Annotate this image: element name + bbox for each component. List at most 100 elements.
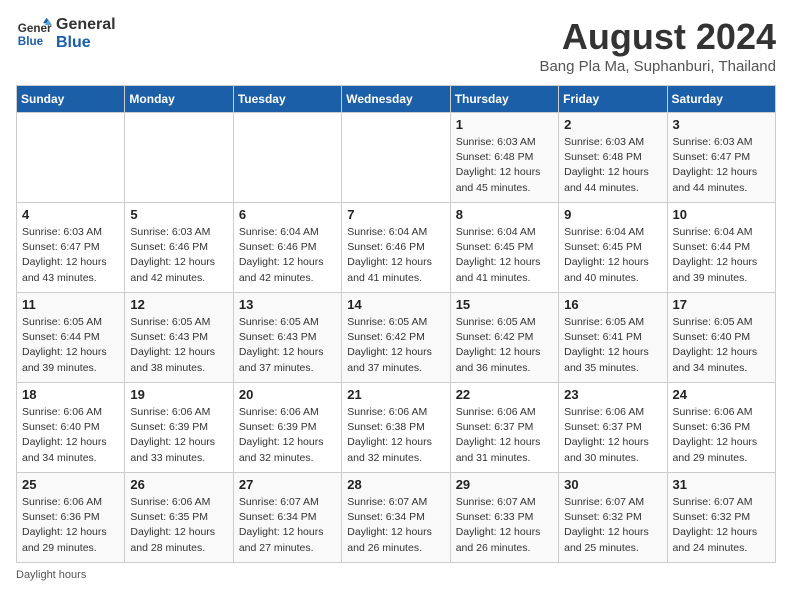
day-number: 12 xyxy=(130,297,227,312)
footer-note: Daylight hours xyxy=(16,569,776,581)
calendar-week-row: 4Sunrise: 6:03 AM Sunset: 6:47 PM Daylig… xyxy=(17,203,776,293)
day-number: 9 xyxy=(564,207,661,222)
day-info: Sunrise: 6:05 AM Sunset: 6:44 PM Dayligh… xyxy=(22,315,119,376)
weekday-header-row: SundayMondayTuesdayWednesdayThursdayFrid… xyxy=(17,86,776,113)
calendar-cell: 20Sunrise: 6:06 AM Sunset: 6:39 PM Dayli… xyxy=(233,383,341,473)
calendar-cell: 27Sunrise: 6:07 AM Sunset: 6:34 PM Dayli… xyxy=(233,473,341,563)
day-info: Sunrise: 6:06 AM Sunset: 6:37 PM Dayligh… xyxy=(564,405,661,466)
day-info: Sunrise: 6:06 AM Sunset: 6:37 PM Dayligh… xyxy=(456,405,553,466)
calendar-cell: 6 Sunrise: 6:04 AM Sunset: 6:46 PM Daylig… xyxy=(233,203,341,293)
calendar-cell: 12 Sunrise: 6:05 AM Sunset: 6:43 PM Dayli… xyxy=(125,293,233,383)
calendar-week-row: 11 Sunrise: 6:05 AM Sunset: 6:44 PM Dayli… xyxy=(17,293,776,383)
weekday-header: Thursday xyxy=(450,86,558,113)
day-info: Sunrise: 6:06 AM Sunset: 6:38 PM Dayligh… xyxy=(347,405,444,466)
calendar-cell: 2 Sunrise: 6:03 AM Sunset: 6:48 PM Daylig… xyxy=(559,113,667,203)
day-number: 15 xyxy=(456,297,553,312)
day-number: 29 xyxy=(456,477,553,492)
day-number: 18 xyxy=(22,387,119,402)
day-number: 1 xyxy=(456,117,553,132)
calendar-cell: 23 Sunrise: 6:06 AM Sunset: 6:37 PM Dayli… xyxy=(559,383,667,473)
day-info: Sunrise: 6:04 AM Sunset: 6:44 PM Dayligh… xyxy=(673,225,770,286)
calendar-cell: 29 Sunrise: 6:07 AM Sunset: 6:33 PM Dayli… xyxy=(450,473,558,563)
logo: General Blue General Blue xyxy=(16,16,116,52)
weekday-header: Sunday xyxy=(17,86,125,113)
day-info: Sunrise: 6:05 AM Sunset: 6:42 PM Dayligh… xyxy=(456,315,553,376)
calendar-cell xyxy=(17,113,125,203)
weekday-header: Saturday xyxy=(667,86,775,113)
day-number: 17 xyxy=(673,297,770,312)
day-number: 31 xyxy=(673,477,770,492)
calendar-cell: 15 Sunrise: 6:05 AM Sunset: 6:42 PM Dayli… xyxy=(450,293,558,383)
day-info: Sunrise: 6:06 AM Sunset: 6:35 PM Dayligh… xyxy=(130,495,227,556)
day-info: Sunrise: 6:04 AM Sunset: 6:46 PM Dayligh… xyxy=(239,225,336,286)
day-info: Sunrise: 6:07 AM Sunset: 6:32 PM Dayligh… xyxy=(673,495,770,556)
day-info: Sunrise: 6:05 AM Sunset: 6:41 PM Dayligh… xyxy=(564,315,661,376)
calendar-cell: 13Sunrise: 6:05 AM Sunset: 6:43 PM Dayli… xyxy=(233,293,341,383)
day-number: 23 xyxy=(564,387,661,402)
calendar-cell xyxy=(233,113,341,203)
day-info: Sunrise: 6:05 AM Sunset: 6:42 PM Dayligh… xyxy=(347,315,444,376)
calendar-week-row: 25 Sunrise: 6:06 AM Sunset: 6:36 PM Dayli… xyxy=(17,473,776,563)
calendar-cell: 11 Sunrise: 6:05 AM Sunset: 6:44 PM Dayli… xyxy=(17,293,125,383)
day-info: Sunrise: 6:05 AM Sunset: 6:43 PM Dayligh… xyxy=(239,315,336,376)
calendar-cell: 4Sunrise: 6:03 AM Sunset: 6:47 PM Daylig… xyxy=(17,203,125,293)
day-number: 22 xyxy=(456,387,553,402)
calendar-cell: 17 Sunrise: 6:05 AM Sunset: 6:40 PM Dayli… xyxy=(667,293,775,383)
day-info: Sunrise: 6:06 AM Sunset: 6:39 PM Dayligh… xyxy=(130,405,227,466)
calendar-cell: 25 Sunrise: 6:06 AM Sunset: 6:36 PM Dayli… xyxy=(17,473,125,563)
day-info: Sunrise: 6:06 AM Sunset: 6:40 PM Dayligh… xyxy=(22,405,119,466)
day-number: 28 xyxy=(347,477,444,492)
weekday-header: Wednesday xyxy=(342,86,450,113)
day-number: 11 xyxy=(22,297,119,312)
calendar-cell: 9Sunrise: 6:04 AM Sunset: 6:45 PM Daylig… xyxy=(559,203,667,293)
calendar-cell: 22 Sunrise: 6:06 AM Sunset: 6:37 PM Dayli… xyxy=(450,383,558,473)
weekday-header: Friday xyxy=(559,86,667,113)
day-info: Sunrise: 6:07 AM Sunset: 6:34 PM Dayligh… xyxy=(239,495,336,556)
calendar-table: SundayMondayTuesdayWednesdayThursdayFrid… xyxy=(16,85,776,563)
day-number: 7 xyxy=(347,207,444,222)
day-number: 2 xyxy=(564,117,661,132)
day-info: Sunrise: 6:06 AM Sunset: 6:36 PM Dayligh… xyxy=(673,405,770,466)
calendar-cell: 30Sunrise: 6:07 AM Sunset: 6:32 PM Dayli… xyxy=(559,473,667,563)
day-number: 25 xyxy=(22,477,119,492)
calendar-week-row: 18 Sunrise: 6:06 AM Sunset: 6:40 PM Dayli… xyxy=(17,383,776,473)
weekday-header: Monday xyxy=(125,86,233,113)
day-info: Sunrise: 6:05 AM Sunset: 6:43 PM Dayligh… xyxy=(130,315,227,376)
calendar-cell: 16Sunrise: 6:05 AM Sunset: 6:41 PM Dayli… xyxy=(559,293,667,383)
day-number: 19 xyxy=(130,387,227,402)
calendar-week-row: 1 Sunrise: 6:03 AM Sunset: 6:48 PM Daylig… xyxy=(17,113,776,203)
day-number: 3 xyxy=(673,117,770,132)
day-number: 14 xyxy=(347,297,444,312)
month-title: August 2024 xyxy=(539,16,776,58)
day-info: Sunrise: 6:07 AM Sunset: 6:34 PM Dayligh… xyxy=(347,495,444,556)
calendar-cell: 10Sunrise: 6:04 AM Sunset: 6:44 PM Dayli… xyxy=(667,203,775,293)
day-number: 24 xyxy=(673,387,770,402)
calendar-cell: 19 Sunrise: 6:06 AM Sunset: 6:39 PM Dayli… xyxy=(125,383,233,473)
calendar-cell: 1Sunrise: 6:03 AM Sunset: 6:48 PM Daylig… xyxy=(450,113,558,203)
calendar-cell xyxy=(125,113,233,203)
footer-text: Daylight hours xyxy=(16,569,86,581)
calendar-cell: 7Sunrise: 6:04 AM Sunset: 6:46 PM Daylig… xyxy=(342,203,450,293)
calendar-cell: 8 Sunrise: 6:04 AM Sunset: 6:45 PM Daylig… xyxy=(450,203,558,293)
header: General Blue General Blue August 2024 Ba… xyxy=(16,16,776,75)
location-subtitle: Bang Pla Ma, Suphanburi, Thailand xyxy=(539,58,776,75)
day-info: Sunrise: 6:03 AM Sunset: 6:48 PM Dayligh… xyxy=(564,135,661,196)
day-info: Sunrise: 6:03 AM Sunset: 6:46 PM Dayligh… xyxy=(130,225,227,286)
day-info: Sunrise: 6:04 AM Sunset: 6:45 PM Dayligh… xyxy=(456,225,553,286)
day-number: 20 xyxy=(239,387,336,402)
calendar-cell xyxy=(342,113,450,203)
day-info: Sunrise: 6:03 AM Sunset: 6:47 PM Dayligh… xyxy=(673,135,770,196)
calendar-cell: 18 Sunrise: 6:06 AM Sunset: 6:40 PM Dayli… xyxy=(17,383,125,473)
day-number: 8 xyxy=(456,207,553,222)
day-info: Sunrise: 6:05 AM Sunset: 6:40 PM Dayligh… xyxy=(673,315,770,376)
calendar-cell: 21Sunrise: 6:06 AM Sunset: 6:38 PM Dayli… xyxy=(342,383,450,473)
logo-icon: General Blue xyxy=(16,16,52,52)
calendar-cell: 31 Sunrise: 6:07 AM Sunset: 6:32 PM Dayli… xyxy=(667,473,775,563)
day-info: Sunrise: 6:07 AM Sunset: 6:33 PM Dayligh… xyxy=(456,495,553,556)
day-number: 30 xyxy=(564,477,661,492)
title-area: August 2024 Bang Pla Ma, Suphanburi, Tha… xyxy=(539,16,776,75)
calendar-cell: 5 Sunrise: 6:03 AM Sunset: 6:46 PM Daylig… xyxy=(125,203,233,293)
day-number: 6 xyxy=(239,207,336,222)
day-info: Sunrise: 6:06 AM Sunset: 6:36 PM Dayligh… xyxy=(22,495,119,556)
day-number: 5 xyxy=(130,207,227,222)
